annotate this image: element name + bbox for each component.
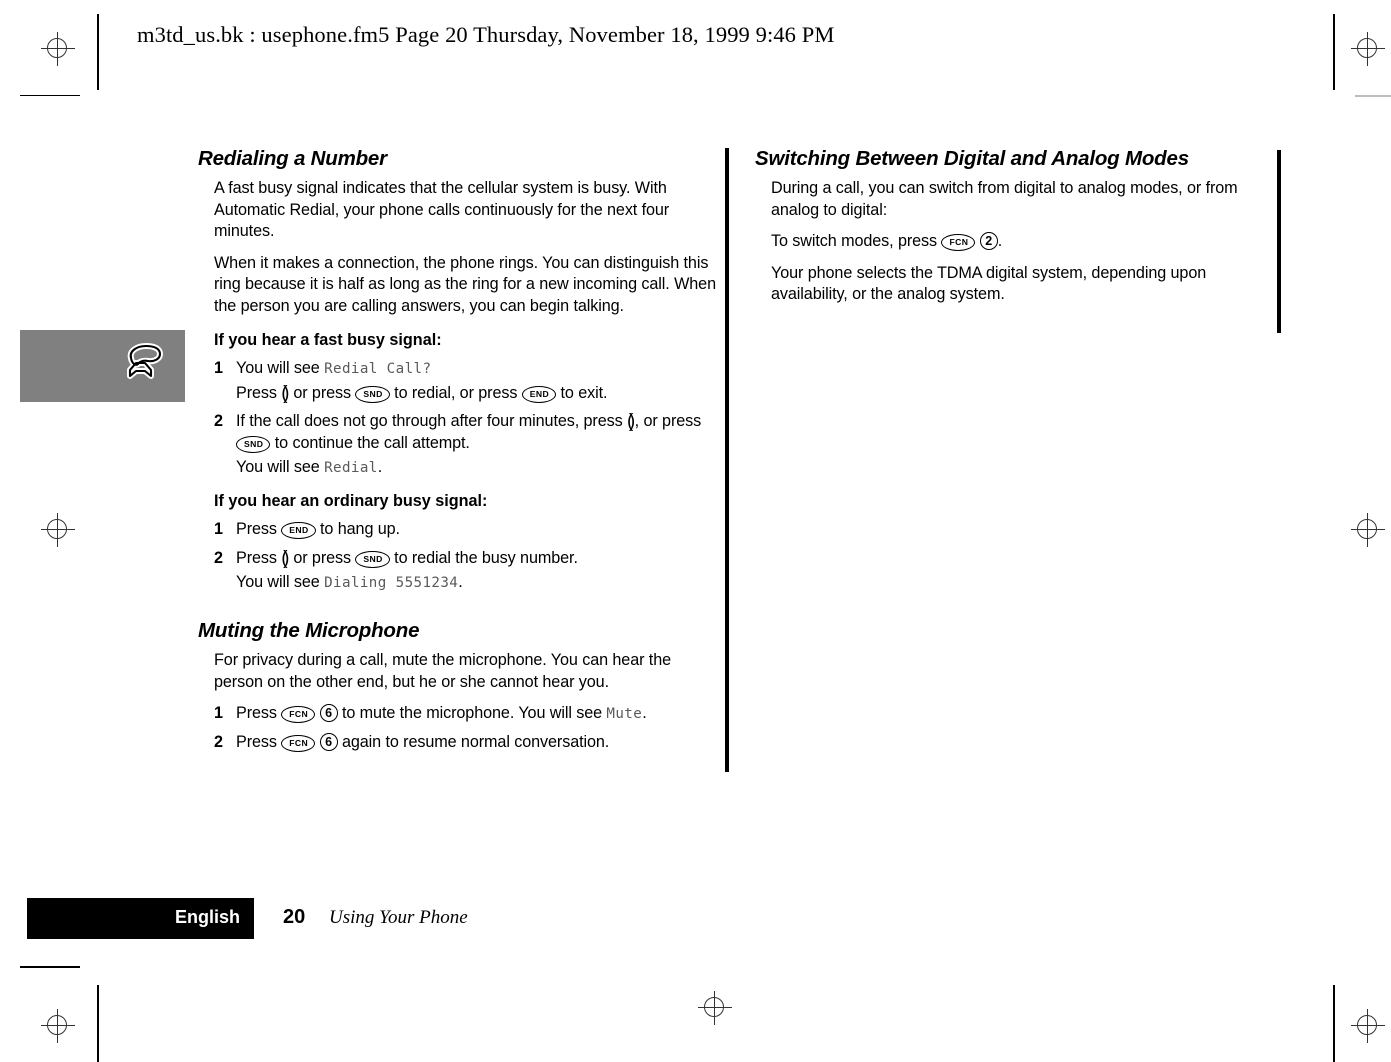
subheading-fast-busy: If you hear a fast busy signal: bbox=[214, 330, 442, 349]
paragraph-muting-intro: For privacy during a call, mute the micr… bbox=[214, 651, 672, 691]
list-item: 1 You will see Redial Call? Press () or … bbox=[198, 358, 720, 404]
registration-mark-bottom-left bbox=[41, 1009, 75, 1043]
step-text: Press bbox=[236, 732, 282, 751]
page-number: 20 bbox=[283, 906, 306, 928]
crop-mark-bottom-left-vertical bbox=[97, 985, 99, 1062]
step-text: or press bbox=[288, 548, 356, 567]
step-number: 2 bbox=[214, 548, 223, 567]
registration-mark-top-right bbox=[1351, 32, 1385, 66]
chapter-title: Using Your Phone bbox=[329, 907, 468, 928]
paragraph-switching-intro: During a call, you can switch from digit… bbox=[771, 179, 1238, 219]
lcd-display-text: Redial bbox=[324, 460, 378, 477]
substep-text: or press bbox=[288, 383, 356, 402]
substep-text: You will see bbox=[236, 573, 325, 592]
lcd-display-text: Mute bbox=[606, 706, 643, 723]
steps-ordinary-busy: 1 Press END to hang up. 2 Press () or pr… bbox=[198, 519, 720, 594]
chapter-thumb-tab bbox=[20, 330, 185, 402]
steps-muting: 1 Press FCN 6 to mute the microphone. Yo… bbox=[198, 703, 720, 753]
function-key-icon: FCN bbox=[281, 734, 316, 752]
left-column: Redialing a Number A fast busy signal in… bbox=[198, 146, 720, 760]
step-substep: Press () or press SND to redial, or pres… bbox=[236, 383, 720, 405]
end-key-icon: END bbox=[521, 385, 557, 403]
step-number: 2 bbox=[214, 412, 223, 431]
registration-mark-bottom-center bbox=[698, 991, 732, 1025]
file-info-header: m3td_us.bk : usephone.fm5 Page 20 Thursd… bbox=[137, 22, 835, 47]
send-key-icon: SND bbox=[355, 385, 390, 403]
substep-text: Press bbox=[236, 383, 282, 402]
language-tab-label: English bbox=[174, 907, 240, 927]
step-number: 2 bbox=[214, 732, 223, 751]
column-divider-rule bbox=[725, 148, 729, 772]
digit-key-icon: 6 bbox=[319, 704, 338, 723]
send-key-icon: SND bbox=[355, 550, 390, 568]
list-item: 1 Press END to hang up. bbox=[198, 519, 720, 541]
subheading-ordinary-busy: If you hear an ordinary busy signal: bbox=[214, 491, 488, 510]
send-key-icon: SND bbox=[236, 435, 271, 453]
crop-mark-top-right-vertical bbox=[1333, 14, 1335, 90]
steps-fast-busy: 1 You will see Redial Call? Press () or … bbox=[198, 358, 720, 479]
substep-text: to redial, or press bbox=[389, 383, 522, 402]
list-item: 2 Press FCN 6 again to resume normal con… bbox=[198, 732, 720, 754]
paragraph-switch-keys: To switch modes, press FCN 2. bbox=[755, 231, 1277, 253]
substep-text: to exit. bbox=[556, 383, 608, 402]
phone-handset-offhook-icon bbox=[118, 341, 168, 391]
step-substep: You will see Dialing 5551234. bbox=[236, 572, 720, 594]
function-key-icon: FCN bbox=[941, 234, 976, 252]
list-item: 2 If the call does not go through after … bbox=[198, 411, 720, 479]
function-key-icon: FCN bbox=[281, 706, 316, 724]
paragraph-redial-intro: A fast busy signal indicates that the ce… bbox=[214, 179, 670, 241]
step-text: Press bbox=[236, 704, 282, 723]
digit-key-icon: 2 bbox=[979, 232, 998, 251]
right-column: Switching Between Digital and Analog Mod… bbox=[755, 146, 1277, 316]
step-text: You will see bbox=[236, 359, 325, 378]
step-text: again to resume normal conversation. bbox=[337, 732, 610, 751]
list-item: 2 Press () or press SND to redial the bu… bbox=[198, 548, 720, 594]
crop-mark-top-left-horizontal bbox=[20, 95, 80, 96]
substep-text: . bbox=[377, 458, 383, 477]
section-heading-redialing: Redialing a Number bbox=[198, 147, 387, 170]
switch-text: . bbox=[997, 232, 1003, 251]
end-key-icon: END bbox=[281, 522, 316, 540]
lcd-display-text: Redial Call? bbox=[324, 361, 432, 378]
language-tab: English bbox=[27, 898, 254, 939]
step-text: Press bbox=[236, 548, 282, 567]
step-number: 1 bbox=[214, 704, 223, 723]
substep-text: . bbox=[458, 573, 463, 592]
digit-key-icon: 6 bbox=[319, 732, 338, 751]
registration-mark-middle-right bbox=[1351, 513, 1385, 547]
section-heading-switching: Switching Between Digital and Analog Mod… bbox=[755, 147, 1189, 170]
rocker-key-icon: () bbox=[627, 411, 635, 433]
paragraph-tdma-note: Your phone selects the TDMA digital syst… bbox=[771, 263, 1207, 304]
rocker-key-icon: () bbox=[281, 547, 289, 569]
step-text: to mute the microphone. You will see bbox=[337, 704, 607, 723]
switch-text: To switch modes, press bbox=[771, 232, 942, 251]
step-number: 1 bbox=[214, 520, 223, 539]
crop-mark-bottom-left-horizontal bbox=[20, 966, 80, 968]
list-item: 1 Press FCN 6 to mute the microphone. Yo… bbox=[198, 703, 720, 725]
registration-mark-top-left bbox=[41, 32, 75, 66]
registration-mark-middle-left bbox=[41, 513, 75, 547]
right-margin-rule bbox=[1277, 150, 1281, 333]
paragraph-redial-connection: When it makes a connection, the phone ri… bbox=[214, 253, 716, 315]
rocker-key-icon: () bbox=[281, 382, 289, 404]
step-text: Press bbox=[236, 520, 282, 539]
step-text: to hang up. bbox=[315, 520, 400, 539]
step-text: to redial the busy number. bbox=[389, 548, 578, 567]
step-text: If the call does not go through after fo… bbox=[236, 412, 628, 431]
step-substep: You will see Redial. bbox=[236, 457, 720, 479]
crop-mark-top-right-horizontal bbox=[1355, 95, 1391, 97]
step-number: 1 bbox=[214, 359, 223, 378]
lcd-display-text: Dialing 5551234 bbox=[324, 575, 459, 592]
step-text: . bbox=[642, 704, 647, 723]
substep-text: You will see bbox=[236, 458, 325, 477]
registration-mark-bottom-right bbox=[1351, 1009, 1385, 1043]
step-text: to continue the call attempt. bbox=[270, 433, 470, 452]
step-text: , or press bbox=[634, 412, 702, 431]
section-heading-muting: Muting the Microphone bbox=[198, 618, 420, 642]
crop-mark-top-left-vertical bbox=[97, 14, 99, 90]
crop-mark-bottom-right-vertical bbox=[1333, 985, 1335, 1062]
